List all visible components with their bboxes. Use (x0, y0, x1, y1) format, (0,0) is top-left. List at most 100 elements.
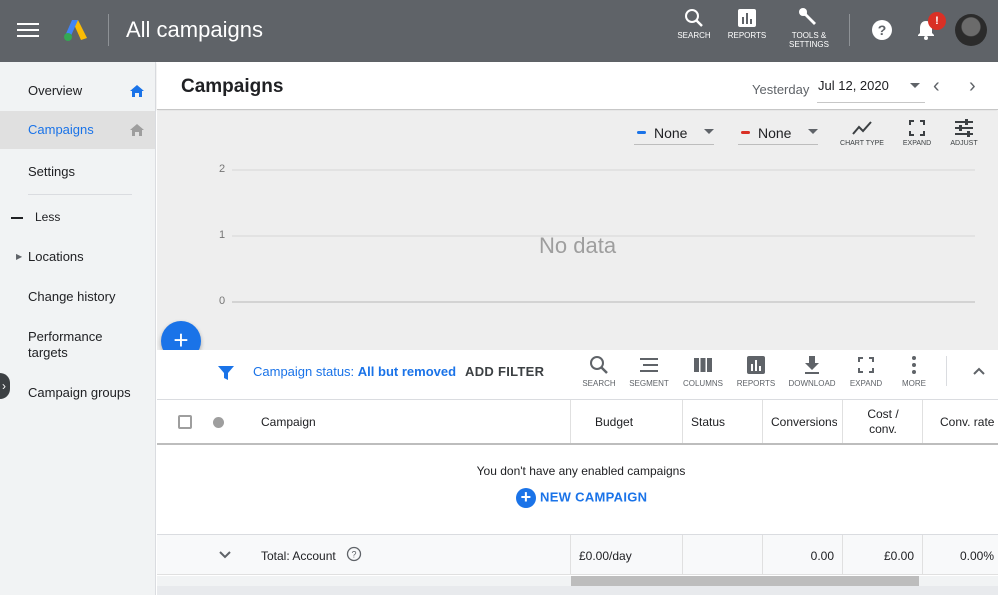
add-filter-button[interactable]: ADD FILTER (465, 364, 544, 379)
sidebar-item-label: Overview (28, 83, 83, 98)
horizontal-scrollbar[interactable] (157, 576, 998, 586)
column-header-label: Status (691, 414, 726, 429)
help-icon[interactable]: ? (871, 19, 893, 41)
segment-button[interactable]: SEGMENT (624, 354, 674, 388)
campaign-status-filter[interactable]: Campaign status: All but removed (253, 364, 456, 379)
chevron-down-icon[interactable] (217, 547, 233, 563)
google-ads-logo-icon (64, 20, 87, 41)
total-conversions: 0.00 (810, 549, 834, 563)
column-header-label: Campaign (261, 414, 316, 429)
column-divider (922, 535, 923, 575)
column-header-conv-rate[interactable]: Conv. rate (940, 400, 998, 443)
date-underline (817, 102, 925, 103)
table-reports-button[interactable]: REPORTS (731, 354, 781, 388)
sidebar: Overview Campaigns Settings Less ▶ Locat… (0, 62, 156, 595)
sidebar-item-settings[interactable]: Settings (0, 157, 155, 187)
reports-label: REPORTS (736, 379, 776, 388)
dropdown-caret-icon[interactable] (910, 83, 920, 88)
page-title: Campaigns (181, 76, 284, 97)
total-conv-rate: 0.00% (959, 549, 994, 563)
svg-text:?: ? (878, 22, 887, 38)
status-dot-icon (213, 417, 224, 428)
sidebar-item-campaign-groups[interactable]: Campaign groups (0, 380, 155, 406)
help-outline-icon[interactable]: ? (346, 546, 362, 562)
column-header-campaign[interactable]: Campaign (261, 400, 316, 443)
reports-button[interactable]: REPORTS (727, 8, 767, 40)
search-icon (685, 9, 703, 27)
date-picker[interactable]: Jul 12, 2020 (818, 78, 889, 93)
sidebar-item-label: Campaigns (28, 122, 94, 137)
chevron-right-icon[interactable]: › (969, 75, 976, 98)
total-label: Total: Account (261, 549, 336, 563)
column-header-conversions[interactable]: Conversions (771, 400, 837, 443)
reports-icon (738, 9, 756, 27)
table-total-row: Total: Account ? £0.00/day 0.00 £0.00 0.… (157, 535, 998, 575)
sidebar-item-label: Settings (28, 164, 75, 179)
column-header-label: Budget (595, 414, 634, 429)
download-button[interactable]: DOWNLOAD (787, 354, 837, 388)
top-app-bar: All campaigns SEARCH REPORTS TOOLS & SET… (0, 0, 998, 62)
column-divider (570, 535, 571, 575)
chevron-up-icon[interactable] (970, 362, 988, 380)
download-label: DOWNLOAD (788, 379, 836, 388)
expand-label: EXPAND (849, 379, 883, 388)
y-tick-label: 1 (219, 229, 226, 241)
columns-label: COLUMNS (682, 379, 723, 388)
sidebar-item-label: Performance (28, 329, 103, 344)
reports-icon (747, 356, 765, 374)
svg-text:?: ? (351, 550, 356, 560)
table-header: Campaign Budget Status Conversions Cost … (157, 400, 998, 445)
column-header-label: Conv. rate (940, 414, 995, 429)
chart-grid (232, 169, 975, 303)
sidebar-item-performance-targets[interactable]: Performance targets (0, 329, 155, 363)
sidebar-item-change-history[interactable]: Change history (0, 284, 155, 310)
new-campaign-button[interactable]: + NEW CAMPAIGN (516, 488, 647, 508)
performance-chart: None None CHART TYPE EXPAND ADJUST 2 1 0… (157, 111, 998, 350)
plus-circle-icon: + (516, 488, 536, 508)
table-expand-button[interactable]: EXPAND (841, 354, 891, 388)
select-all-checkbox[interactable] (178, 415, 192, 429)
column-divider (682, 535, 683, 575)
column-header-label: Cost / (867, 406, 899, 421)
scrollbar-thumb[interactable] (571, 576, 919, 586)
y-tick-label: 2 (219, 163, 226, 175)
empty-state: You don't have any enabled campaigns + NE… (157, 446, 998, 535)
sidebar-divider (28, 194, 132, 195)
chevron-left-icon[interactable]: ‹ (933, 75, 940, 98)
segment-label: SEGMENT (629, 379, 669, 388)
sidebar-item-locations[interactable]: Locations (0, 244, 155, 270)
segment-icon (640, 358, 658, 372)
toolbar-divider (946, 356, 947, 386)
avatar[interactable] (955, 14, 987, 46)
page-header-title: All campaigns (126, 17, 263, 42)
column-divider (762, 400, 763, 443)
column-header-status[interactable]: Status (691, 400, 725, 443)
column-divider (842, 535, 843, 575)
column-divider (682, 400, 683, 443)
column-header-label: Conversions (771, 414, 837, 429)
columns-button[interactable]: COLUMNS (678, 354, 728, 388)
search-button[interactable]: SEARCH (676, 8, 712, 40)
less-toggle[interactable]: Less (11, 210, 60, 224)
sidebar-item-overview[interactable]: Overview (0, 76, 155, 106)
column-divider (762, 535, 763, 575)
tools-settings-button[interactable]: TOOLS & SETTINGS (786, 6, 832, 49)
table-search-button[interactable]: SEARCH (574, 354, 624, 388)
filter-prefix: Campaign status: (253, 364, 355, 379)
download-icon (805, 356, 819, 374)
sidebar-item-campaigns[interactable]: Campaigns (0, 111, 155, 149)
filter-funnel-icon[interactable] (217, 364, 235, 382)
home-icon (130, 124, 144, 136)
table-toolbar: Campaign status: All but removed ADD FIL… (157, 350, 998, 400)
sidebar-item-label: Campaign groups (28, 385, 131, 400)
page-footer-area (157, 586, 998, 595)
column-header-budget[interactable]: Budget (595, 400, 633, 443)
column-header-cost-conv[interactable]: Cost / conv. (843, 400, 923, 443)
hamburger-menu-icon[interactable] (17, 20, 39, 42)
notification-badge: ! (928, 12, 946, 30)
sidebar-item-label: Change history (28, 289, 116, 304)
header-divider (108, 14, 109, 46)
date-range-label: Yesterday (752, 82, 810, 97)
total-budget: £0.00/day (579, 549, 632, 563)
more-button[interactable]: MORE (889, 354, 939, 388)
